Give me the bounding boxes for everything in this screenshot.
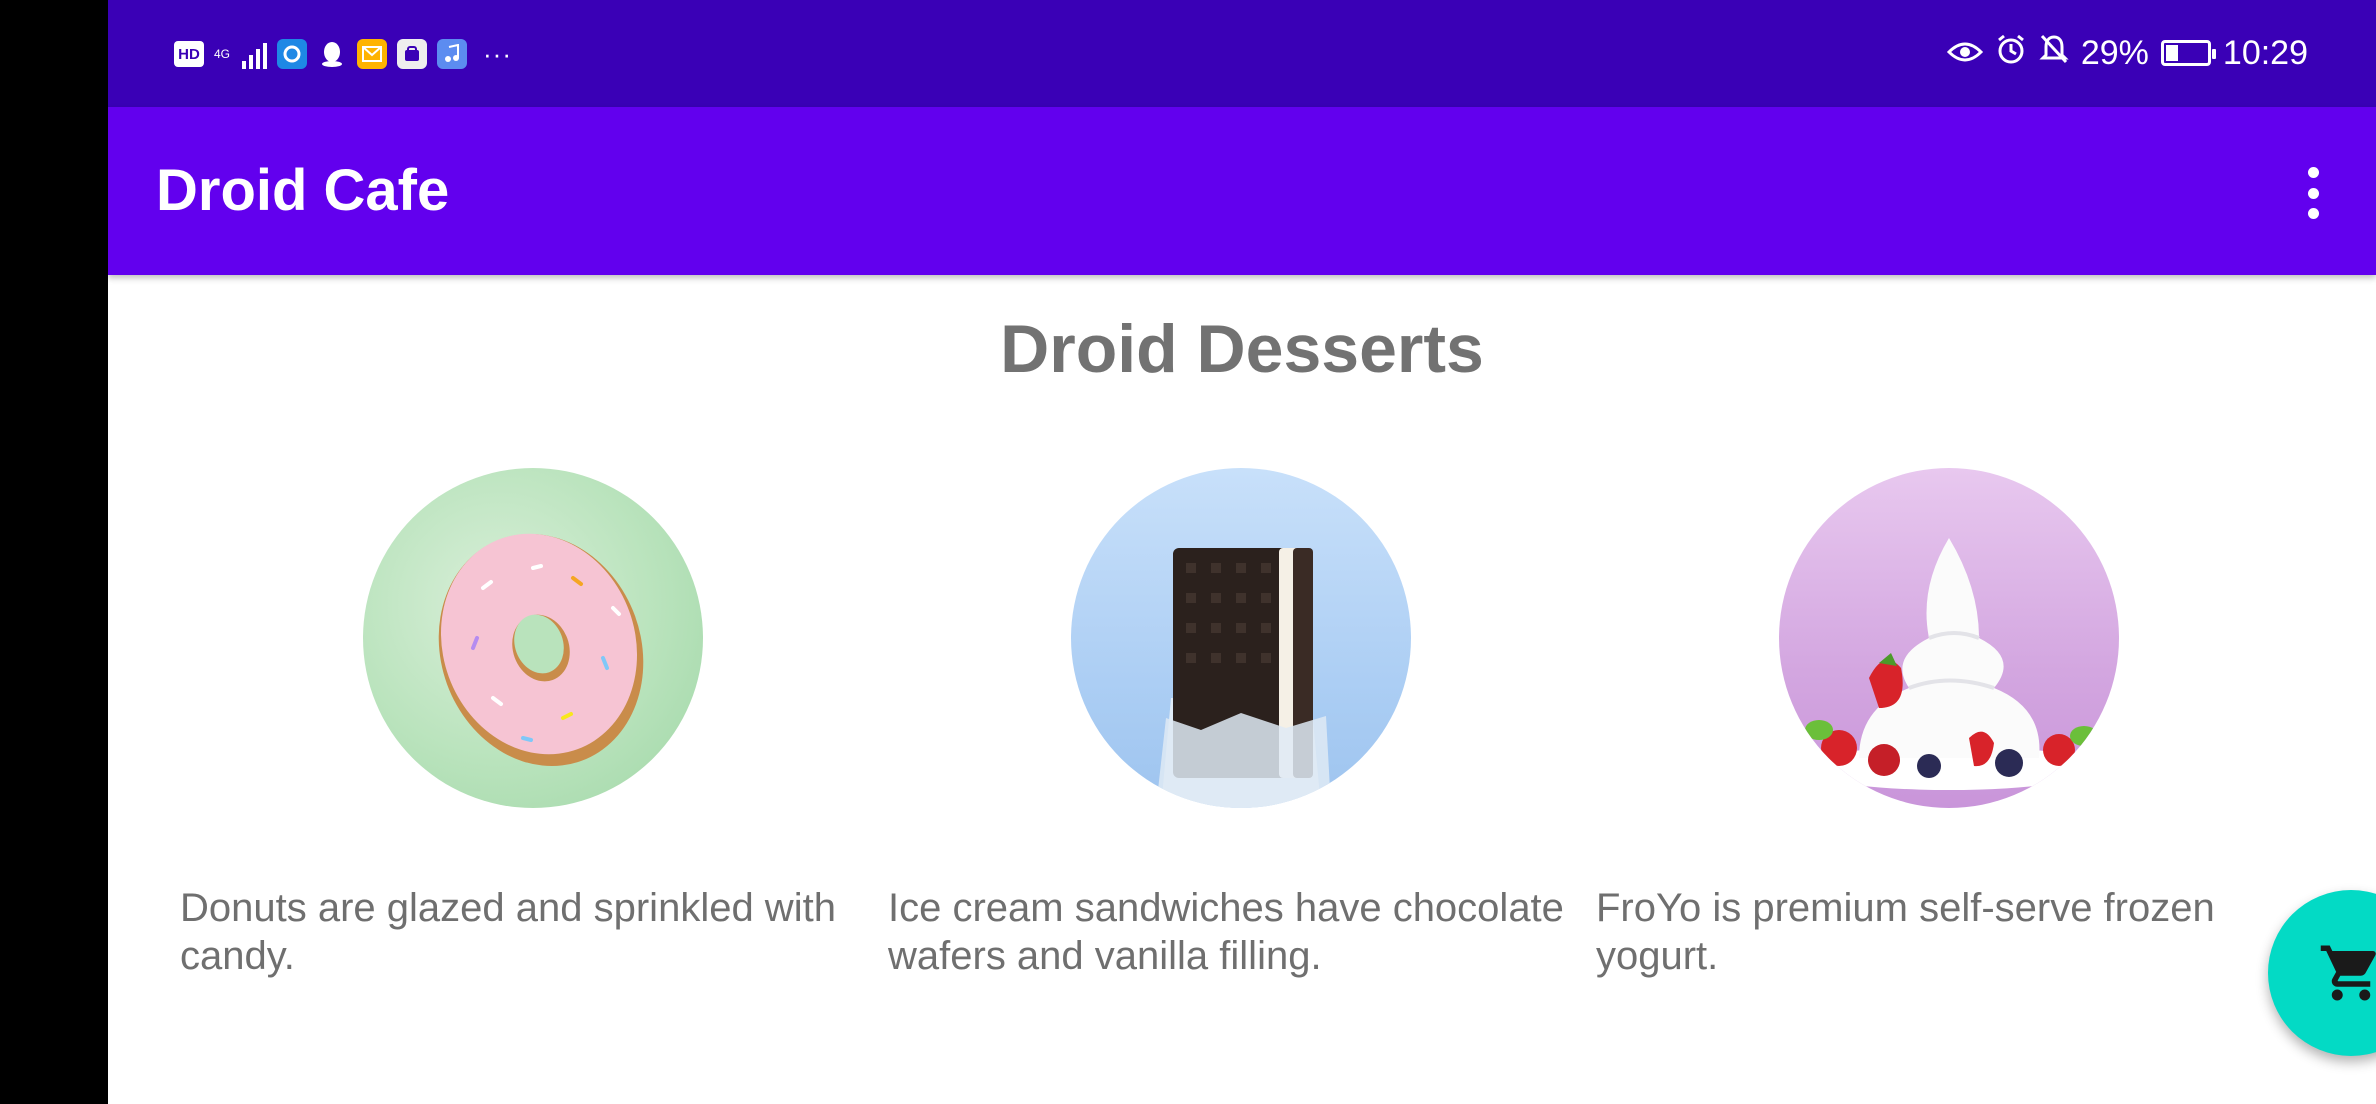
hd-icon: HD xyxy=(174,41,204,67)
donut-description-line1: Donuts are glazed and sprinkled with xyxy=(180,886,836,930)
battery-percent: 29% xyxy=(2080,33,2149,72)
ice-cream-sandwich-description-line2: wafers and vanilla filling. xyxy=(888,934,1322,978)
mute-bell-icon xyxy=(2039,33,2069,74)
status-bar: HD 4G ··· 29% 10:29 xyxy=(108,0,2376,107)
battery-charging-icon xyxy=(2160,40,2216,66)
network-type-label: 4G xyxy=(214,47,231,61)
froyo-description: FroYo is premium self-serve frozen yogur… xyxy=(1596,884,2215,980)
cart-fab-button[interactable] xyxy=(2268,890,2376,1056)
donut-description-line2: candy. xyxy=(180,934,295,978)
status-bar-right: 29% 10:29 xyxy=(1946,30,2308,76)
music-app-icon xyxy=(437,39,468,69)
overflow-menu-icon[interactable] xyxy=(2300,167,2326,219)
signal-strength-icon xyxy=(242,39,268,69)
page-heading: Droid Desserts xyxy=(1000,311,1484,387)
shopping-cart-icon xyxy=(2320,945,2376,1001)
app-title: Droid Cafe xyxy=(156,158,450,223)
alarm-icon xyxy=(1995,33,2027,74)
donut-description: Donuts are glazed and sprinkled with can… xyxy=(180,884,836,980)
eye-icon xyxy=(1946,34,1983,73)
clock-time: 10:29 xyxy=(2222,33,2308,72)
browser-app-icon xyxy=(277,39,308,69)
froyo-description-line1: FroYo is premium self-serve frozen xyxy=(1596,886,2215,930)
donut-image[interactable] xyxy=(363,468,703,808)
qq-app-icon xyxy=(317,39,347,69)
ice-cream-sandwich-description-line1: Ice cream sandwiches have chocolate xyxy=(888,886,1564,930)
app-bar: Droid Cafe xyxy=(108,107,2376,275)
ice-cream-sandwich-image[interactable] xyxy=(1071,468,1411,808)
ice-cream-sandwich-description: Ice cream sandwiches have chocolate wafe… xyxy=(888,884,1564,980)
status-bar-left-icons: HD 4G ··· xyxy=(174,36,512,72)
huawei-app-icon xyxy=(397,39,428,69)
left-black-border xyxy=(0,0,108,1104)
more-notifications-icon: ··· xyxy=(483,39,512,69)
app-screen: HD 4G ··· 29% 10:29 Droid Cafe Droid Des… xyxy=(108,0,2376,1104)
froyo-description-line2: yogurt. xyxy=(1596,934,1719,978)
froyo-image[interactable] xyxy=(1779,468,2119,808)
email-app-icon xyxy=(357,39,388,69)
